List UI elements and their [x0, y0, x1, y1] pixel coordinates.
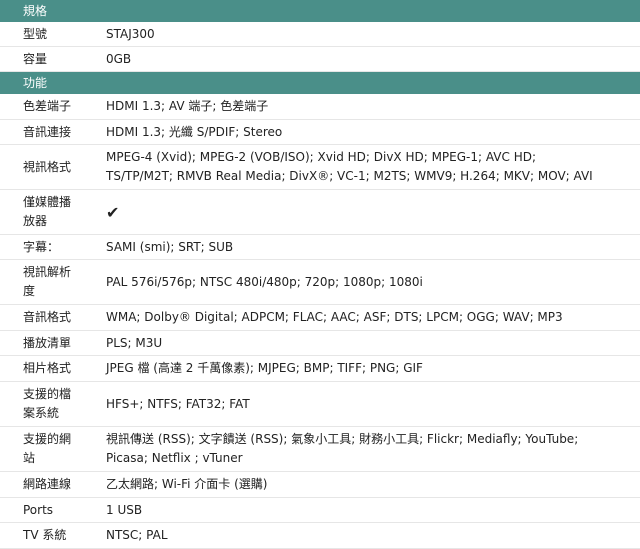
row-label: 容量 [23, 51, 48, 66]
spec-row-model: 型號 STAJ300 [0, 22, 640, 47]
row-label: 播放清單 [23, 335, 72, 350]
row-label: 支援的檔 案系統 [0, 385, 106, 423]
row-label: 視訊解析 度 [0, 263, 106, 301]
row-value-line: MPEG-4 (Xvid); MPEG-2 (VOB/ISO); Xvid HD… [106, 150, 537, 164]
row-label-line: 案系統 [23, 406, 60, 420]
row-value: HFS+; NTFS; FAT32; FAT [106, 396, 250, 411]
row-value: HDMI 1.3; 光纖 S/PDIF; Stereo [106, 124, 283, 139]
row-value-line: TS/TP/M2T; RMVB Real Media; DivX®; VC-1;… [106, 169, 593, 183]
row-value: STAJ300 [106, 26, 155, 41]
row-label: 相片格式 [23, 361, 72, 375]
spec-row-playlist: 播放清單 PLS; M3U [0, 331, 640, 356]
row-label-line: 度 [23, 284, 36, 298]
row-label-line: 視訊解析 [23, 265, 72, 279]
row-label-line: 僅媒體播 [23, 195, 72, 209]
spec-row-component: 色差端子 HDMI 1.3; AV 端子; 色差端子 [0, 94, 640, 120]
row-value: PAL 576i/576p; NTSC 480i/480p; 720p; 108… [106, 274, 423, 289]
spec-row-audio-connection: 音訊連接 HDMI 1.3; 光纖 S/PDIF; Stereo [0, 120, 640, 145]
spec-row-file-system: 支援的檔 案系統 HFS+; NTFS; FAT32; FAT [0, 382, 640, 427]
row-value: 乙太網路; Wi-Fi 介面卡 (選購) [106, 477, 268, 491]
spec-row-capacity: 容量 0GB [0, 47, 640, 72]
row-value: WMA; Dolby® Digital; ADPCM; FLAC; AAC; A… [106, 310, 563, 324]
row-label: 音訊連接 [23, 124, 72, 139]
row-value: JPEG 檔 (高達 2 千萬像素); MJPEG; BMP; TIFF; PN… [106, 361, 423, 375]
row-label-line: 支援的網 [23, 432, 72, 446]
row-value: SAMI (smi); SRT; SUB [106, 239, 234, 254]
row-label: 支援的網 站 [0, 430, 106, 468]
row-label-line: 站 [23, 451, 36, 465]
spec-table: 規格 型號 STAJ300 容量 0GB 功能 色差端子 HDMI 1.3; A… [0, 0, 640, 549]
row-value-line: Picasa; Netflix ; vTuner [106, 451, 243, 465]
row-label-line: 放器 [23, 214, 48, 228]
checkmark-icon: ✔ [106, 202, 120, 222]
section-header-specs: 規格 [0, 0, 640, 22]
spec-row-audio-format: 音訊格式 WMA; Dolby® Digital; ADPCM; FLAC; A… [0, 305, 640, 331]
row-label: 僅媒體播 放器 [0, 193, 106, 231]
row-label: 視訊格式 [23, 159, 72, 174]
spec-row-tv-system: TV 系統 NTSC; PAL [0, 523, 640, 549]
row-label: 音訊格式 [23, 310, 72, 324]
row-label: Ports [23, 502, 54, 517]
row-label: 色差端子 [23, 99, 72, 113]
row-label: TV 系統 [23, 528, 67, 542]
spec-row-supported-sites: 支援的網 站 視訊傳送 (RSS); 文字饋送 (RSS); 氣象小工具; 財務… [0, 427, 640, 472]
spec-row-subtitles: 字幕： SAMI (smi); SRT; SUB [0, 235, 640, 260]
row-value: HDMI 1.3; AV 端子; 色差端子 [106, 99, 269, 113]
row-value-line: 視訊傳送 (RSS); 文字饋送 (RSS); 氣象小工具; 財務小工具; Fl… [106, 432, 579, 446]
spec-row-ports: Ports 1 USB [0, 498, 640, 523]
spec-row-media-player: 僅媒體播 放器 ✔ [0, 190, 640, 235]
section-header-features: 功能 [0, 72, 640, 94]
row-value: 0GB [106, 51, 132, 66]
spec-row-video-format: 視訊格式 MPEG-4 (Xvid); MPEG-2 (VOB/ISO); Xv… [0, 145, 640, 190]
row-label: 型號 [23, 26, 48, 41]
row-value: NTSC; PAL [106, 528, 168, 542]
row-value: MPEG-4 (Xvid); MPEG-2 (VOB/ISO); Xvid HD… [106, 148, 640, 186]
spec-row-video-resolution: 視訊解析 度 PAL 576i/576p; NTSC 480i/480p; 72… [0, 260, 640, 305]
spec-row-network: 網路連線 乙太網路; Wi-Fi 介面卡 (選購) [0, 472, 640, 498]
row-value: 1 USB [106, 502, 143, 517]
row-label-line: 支援的檔 [23, 387, 72, 401]
row-value: PLS; M3U [106, 335, 163, 350]
row-label: 字幕： [23, 239, 60, 254]
spec-row-photo-format: 相片格式 JPEG 檔 (高達 2 千萬像素); MJPEG; BMP; TIF… [0, 356, 640, 382]
row-label: 網路連線 [23, 477, 72, 491]
row-value: 視訊傳送 (RSS); 文字饋送 (RSS); 氣象小工具; 財務小工具; Fl… [106, 430, 640, 468]
